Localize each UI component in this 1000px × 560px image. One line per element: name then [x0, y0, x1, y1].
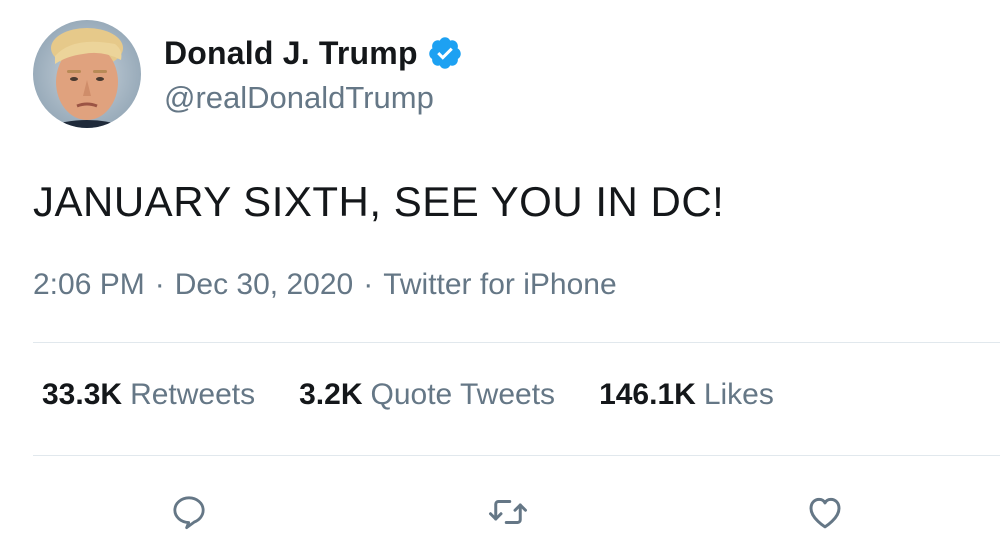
tweet-source[interactable]: Twitter for iPhone: [383, 268, 616, 302]
meta-separator: ·: [154, 268, 165, 301]
verified-badge-icon: [427, 35, 463, 71]
tweet-stats: 33.3K Retweets 3.2K Quote Tweets 146.1K Lik…: [42, 378, 818, 412]
like-button[interactable]: [798, 485, 852, 539]
user-handle[interactable]: @realDonaldTrump: [164, 80, 463, 116]
tweet-meta: 2:06 PM · Dec 30, 2020 · Twitter for iPh…: [33, 268, 617, 302]
divider: [33, 342, 1000, 343]
reply-icon: [173, 496, 205, 530]
meta-separator: ·: [363, 268, 374, 301]
quote-tweets-stat[interactable]: 3.2K Quote Tweets: [299, 378, 555, 412]
divider: [33, 455, 1000, 456]
avatar-image: [33, 20, 141, 128]
tweet-card: Donald J. Trump @realDonaldTrump JANUARY…: [0, 0, 1000, 560]
reply-button[interactable]: [162, 485, 216, 539]
heart-icon: [809, 497, 841, 529]
tweet-time[interactable]: 2:06 PM: [33, 268, 145, 302]
likes-count: 146.1K: [599, 378, 696, 411]
display-name[interactable]: Donald J. Trump: [164, 35, 418, 72]
retweets-stat[interactable]: 33.3K Retweets: [42, 378, 255, 412]
avatar[interactable]: [33, 20, 141, 128]
tweet-header: Donald J. Trump @realDonaldTrump: [164, 34, 463, 116]
quote-tweets-count: 3.2K: [299, 378, 363, 411]
likes-label: Likes: [703, 378, 774, 411]
retweets-count: 33.3K: [42, 378, 123, 411]
likes-stat[interactable]: 146.1K Likes: [599, 378, 774, 412]
tweet-actions: [0, 485, 1000, 545]
tweet-text: JANUARY SIXTH, SEE YOU IN DC!: [33, 178, 725, 225]
retweet-button[interactable]: [481, 485, 535, 539]
retweet-icon: [489, 500, 527, 524]
retweets-label: Retweets: [130, 378, 256, 411]
quote-tweets-label: Quote Tweets: [370, 378, 556, 411]
tweet-date[interactable]: Dec 30, 2020: [175, 268, 353, 302]
name-row: Donald J. Trump: [164, 34, 463, 72]
